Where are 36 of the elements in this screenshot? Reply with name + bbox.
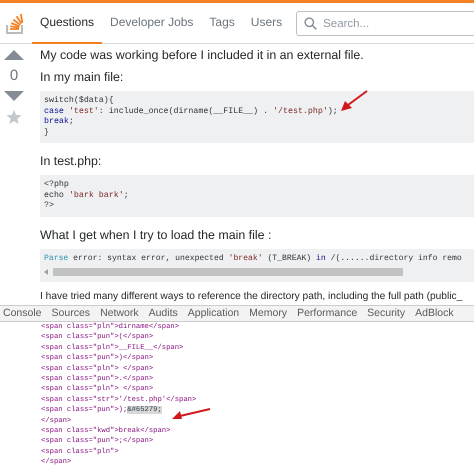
code-line: echo 'bark bark'; [44,190,130,201]
devtools-tab[interactable]: Network [95,306,144,322]
code-line: break; [44,117,75,128]
devtools-tab[interactable]: AdBlock [410,306,459,322]
code-line: } [44,128,50,138]
devtools-tab[interactable]: Sources [46,306,96,322]
nav-tab[interactable]: Questions [32,2,102,44]
search-icon [304,16,318,30]
downvote-icon[interactable] [4,91,24,101]
code-line: switch($data){ [44,96,115,106]
devtools-tab[interactable]: Audits [144,306,183,322]
nav-tab[interactable]: Tags [201,2,243,44]
post-text: In my main file: [40,69,124,85]
devtools-tab[interactable]: Performance [292,306,362,322]
nav-tab[interactable]: Developer Jobs [102,2,202,44]
code-line: Parse error: syntax error, unexpected 'break' (T_BREAK) in /(......directory info remo [44,254,463,264]
devtools-tab[interactable]: Security [362,306,410,322]
search-field[interactable]: Search... [296,11,474,36]
star-icon[interactable] [6,109,22,125]
code-line: case 'test': include_once(dirname(__FILE__) . '/test.php'); [44,106,339,117]
devtools-tab[interactable]: Application [182,306,244,322]
annotation-arrow [340,90,368,112]
stack-logo-icon [6,12,24,34]
devtools-tab[interactable]: Console [0,306,47,322]
upvote-icon[interactable] [4,50,24,60]
code-line: ?> [44,201,55,212]
annotation-arrow [171,408,211,420]
vote-count: 0 [10,68,18,83]
devtools-tab[interactable]: Memory [244,306,292,322]
post-text: In test.php: [40,153,102,169]
post-text: My code was working before I included it in an external file. [40,47,365,63]
post-text: What I get when I try to load the main file : [40,226,272,242]
post-text: I have tried many different ways to reference the directory path, including the full path (public_ [40,290,464,304]
scroll-left-icon[interactable] [44,269,49,275]
code-line: <?php [44,180,70,190]
nav-tab[interactable]: Users [242,2,290,44]
